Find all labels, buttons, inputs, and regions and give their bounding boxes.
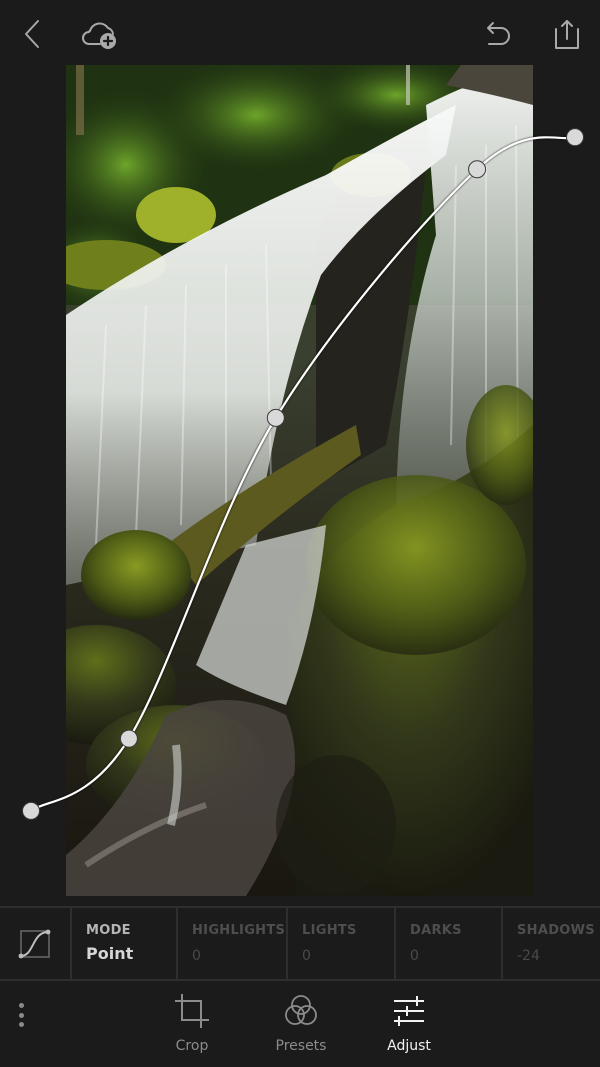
adjust-sliders-icon: [394, 996, 424, 1026]
region-label: DARKS: [410, 923, 462, 938]
tone-curve-toggle[interactable]: [0, 908, 72, 979]
tone-curve-icon: [18, 929, 51, 958]
tone-curve-overlay[interactable]: [0, 65, 600, 905]
more-vertical-icon: [18, 1003, 24, 1008]
crop-icon: [175, 994, 209, 1028]
share-icon: [555, 20, 579, 49]
tab-crop[interactable]: Crop: [147, 994, 237, 1060]
curve-point-handle[interactable]: [119, 729, 138, 748]
mode-label: MODE: [86, 923, 131, 938]
back-button[interactable]: [13, 14, 53, 54]
region-darks[interactable]: DARKS 0: [396, 908, 503, 979]
region-highlights[interactable]: HIGHLIGHTS 0: [178, 908, 288, 979]
tab-adjust[interactable]: Adjust: [364, 994, 454, 1060]
undo-button[interactable]: [478, 14, 518, 54]
mode-value: Point: [86, 944, 134, 963]
tab-label: Crop: [175, 1038, 209, 1054]
curve-point-handle[interactable]: [468, 160, 487, 179]
undo-icon: [487, 22, 510, 45]
region-label: SHADOWS: [517, 923, 595, 938]
region-label: LIGHTS: [302, 923, 357, 938]
region-value: 0: [302, 948, 311, 964]
chevron-left-icon: [25, 20, 39, 48]
cloud-add-icon: [82, 22, 116, 49]
photo-canvas[interactable]: [0, 65, 600, 905]
presets-icon: [285, 995, 317, 1025]
share-button[interactable]: [547, 14, 587, 54]
tab-label: Presets: [275, 1038, 327, 1054]
tone-curve-line: [29, 136, 577, 812]
tab-presets[interactable]: Presets: [256, 994, 346, 1060]
region-value: 0: [192, 948, 201, 964]
cloud-sync-button[interactable]: [78, 14, 122, 54]
region-value: 0: [410, 948, 419, 964]
more-options-button[interactable]: [8, 1000, 34, 1030]
curve-point-handle[interactable]: [566, 128, 584, 147]
mode-selector[interactable]: MODE Point: [72, 908, 178, 979]
top-bar: [0, 0, 600, 65]
tone-curve-panel: MODE Point HIGHLIGHTS 0 LIGHTS 0 DARKS 0…: [0, 906, 600, 981]
tab-label: Adjust: [387, 1038, 431, 1054]
region-value: -24: [517, 948, 540, 964]
bottom-toolbar: Crop Presets Adjust: [0, 982, 600, 1067]
region-label: HIGHLIGHTS: [192, 923, 286, 938]
curve-point-handle[interactable]: [22, 801, 40, 820]
region-shadows[interactable]: SHADOWS -24: [503, 908, 600, 979]
curve-point-handle[interactable]: [266, 408, 285, 427]
region-lights[interactable]: LIGHTS 0: [288, 908, 396, 979]
